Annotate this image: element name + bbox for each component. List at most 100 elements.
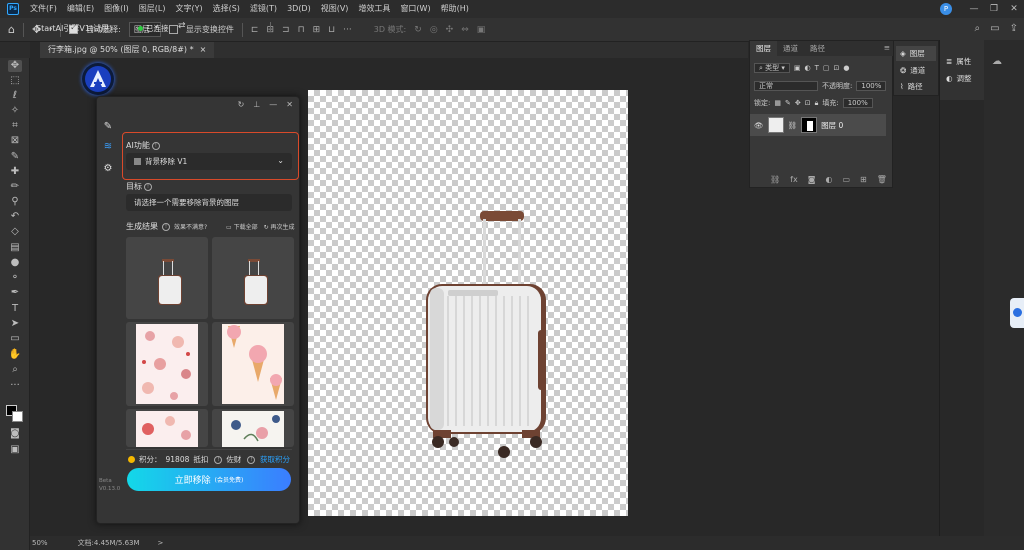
menu-plugins[interactable]: 增效工具 xyxy=(353,0,395,18)
workspace-icon[interactable]: ▭ xyxy=(990,23,999,34)
info-icon[interactable]: ! xyxy=(214,455,223,464)
document-tab[interactable]: 行李箱.jpg @ 50% (图层 0, RGB/8#) * × xyxy=(40,42,215,58)
align-top-icon[interactable]: ⊓ xyxy=(298,25,305,35)
plugin-link-icon[interactable]: ⇄ xyxy=(178,21,192,32)
zoom-level[interactable]: 50% xyxy=(32,539,48,547)
quick-mask-icon[interactable]: ◙ xyxy=(8,428,22,440)
filter-adjust-icon[interactable]: ◐ xyxy=(805,64,811,72)
document-canvas[interactable] xyxy=(308,90,628,516)
menu-layer[interactable]: 图层(L) xyxy=(134,0,171,18)
crop-tool-icon[interactable]: ⌗ xyxy=(8,120,22,132)
align-left-icon[interactable]: ⊏ xyxy=(251,25,259,35)
layers-icon[interactable]: ≋ xyxy=(102,141,114,153)
fx-icon[interactable]: fx xyxy=(790,175,798,184)
target-layer-field[interactable]: 请选择一个需要移除背景的图层 xyxy=(126,194,292,211)
magic-wand-tool-icon[interactable]: ✧ xyxy=(8,105,22,117)
result-thumbnail-2[interactable] xyxy=(212,237,294,319)
close-tab-icon[interactable]: × xyxy=(200,42,207,58)
lasso-tool-icon[interactable]: ℓ xyxy=(8,90,22,102)
menu-3d[interactable]: 3D(D) xyxy=(282,0,316,18)
new-group-icon[interactable]: ▭ xyxy=(842,175,850,184)
zoom-tool-icon[interactable]: ⌕ xyxy=(8,364,22,376)
marquee-tool-icon[interactable]: ⬚ xyxy=(8,75,22,87)
menu-select[interactable]: 选择(S) xyxy=(208,0,245,18)
blur-tool-icon[interactable]: ● xyxy=(8,257,22,269)
menu-help[interactable]: 帮助(H) xyxy=(436,0,474,18)
eyedropper-tool-icon[interactable]: ✎ xyxy=(8,151,22,163)
pin-icon[interactable]: ⊥ xyxy=(253,100,260,111)
info-icon[interactable]: ! xyxy=(151,141,160,150)
menu-file[interactable]: 文件(F) xyxy=(25,0,62,18)
more-tools-icon[interactable]: ··· xyxy=(8,380,22,392)
floating-ps-widget[interactable] xyxy=(1010,298,1024,328)
filter-smart-icon[interactable]: ⊡ xyxy=(834,64,840,72)
filter-pixel-icon[interactable]: ▣ xyxy=(794,64,801,72)
close-button[interactable]: ✕ xyxy=(1004,0,1024,18)
lock-pixels-icon[interactable]: ✎ xyxy=(785,99,791,107)
settings-gear-icon[interactable]: ⚙ xyxy=(102,163,114,175)
refresh-icon[interactable]: ↻ xyxy=(238,100,245,111)
lock-artboard-icon[interactable]: ⊡ xyxy=(805,99,811,107)
filter-type-icon[interactable]: T xyxy=(815,64,819,72)
align-middle-icon[interactable]: ⊞ xyxy=(313,25,321,35)
result-thumbnail-3[interactable] xyxy=(126,322,208,406)
download-all-button[interactable]: ▭ 下载全部 xyxy=(226,222,258,231)
gradient-tool-icon[interactable]: ▤ xyxy=(8,242,22,254)
new-layer-icon[interactable]: ⊞ xyxy=(860,175,867,184)
screen-mode-icon[interactable]: ▣ xyxy=(8,444,22,456)
clone-stamp-tool-icon[interactable]: ⚲ xyxy=(8,196,22,208)
hand-tool-icon[interactable]: ✋ xyxy=(8,349,22,361)
align-right-icon[interactable]: ⊐ xyxy=(282,25,290,35)
minimize-button[interactable]: — xyxy=(964,0,984,18)
result-thumbnail-6[interactable] xyxy=(212,409,294,447)
filter-toggle-icon[interactable]: ● xyxy=(843,64,849,72)
startai-logo[interactable] xyxy=(82,63,114,95)
close-icon[interactable]: ✕ xyxy=(286,100,293,111)
menu-view[interactable]: 视图(V) xyxy=(316,0,354,18)
result-thumbnail-5[interactable] xyxy=(126,409,208,447)
align-bottom-icon[interactable]: ⊔ xyxy=(328,25,335,35)
3d-pan-icon[interactable]: ✣ xyxy=(446,25,454,35)
blend-mode-select[interactable]: 正常 xyxy=(754,81,818,91)
tab-channels[interactable]: 通道 xyxy=(777,41,804,56)
3d-camera-icon[interactable]: ▣ xyxy=(477,25,486,35)
show-transform-checkbox[interactable] xyxy=(168,25,178,34)
maximize-button[interactable]: ❐ xyxy=(984,0,1004,18)
add-mask-icon[interactable]: ◙ xyxy=(808,175,816,184)
menu-filter[interactable]: 滤镜(T) xyxy=(245,0,282,18)
info-icon[interactable]: ! xyxy=(144,182,152,191)
menu-edit[interactable]: 编辑(E) xyxy=(62,0,99,18)
opacity-field[interactable]: 100% xyxy=(856,81,887,91)
ai-function-dropdown[interactable]: 背景移除 V1 ⌄ xyxy=(126,153,292,170)
link-layers-icon[interactable]: ⛓︎ xyxy=(770,175,780,184)
user-account-icon[interactable]: P xyxy=(940,3,952,15)
pen-tool-icon[interactable]: ✒ xyxy=(8,287,22,299)
toolbar-handle[interactable] xyxy=(0,42,30,58)
link-icon[interactable]: ⛓︎ xyxy=(788,121,798,130)
layer-kind-filter[interactable]: ⌕ 类型 ▾ xyxy=(754,63,790,73)
menu-image[interactable]: 图像(I) xyxy=(99,0,134,18)
filter-shape-icon[interactable]: ▢ xyxy=(823,64,830,72)
dock-channels[interactable]: ❂ 通道 xyxy=(896,63,936,78)
3d-slide-icon[interactable]: ⇔ xyxy=(461,25,469,35)
delete-layer-icon[interactable]: 🗑︎ xyxy=(877,175,887,184)
remove-now-button[interactable]: 立即移除 (会员免费) xyxy=(127,468,291,491)
more-icon[interactable]: ··· xyxy=(343,25,352,35)
dodge-tool-icon[interactable]: ⚬ xyxy=(8,272,22,284)
result-thumbnail-1[interactable] xyxy=(126,237,208,319)
dock-paths[interactable]: ⌇ 路径 xyxy=(896,79,936,94)
adjustment-layer-icon[interactable]: ◐ xyxy=(825,175,832,184)
eraser-tool-icon[interactable]: ◇ xyxy=(8,226,22,238)
frame-tool-icon[interactable]: ⊠ xyxy=(8,135,22,147)
minimize-icon[interactable]: — xyxy=(269,100,277,111)
tab-layers[interactable]: 图层 xyxy=(750,41,777,56)
dock-properties[interactable]: ≣ 属性 xyxy=(942,54,982,69)
brush-tool-icon[interactable]: ✏ xyxy=(8,181,22,193)
background-color-swatch[interactable] xyxy=(12,411,23,422)
get-points-link[interactable]: 获取积分 xyxy=(260,454,290,465)
status-menu-arrow[interactable]: > xyxy=(158,539,164,547)
edit-icon[interactable]: ✎ xyxy=(102,121,114,133)
menu-window[interactable]: 窗口(W) xyxy=(395,0,435,18)
menu-type[interactable]: 文字(Y) xyxy=(170,0,207,18)
share-icon[interactable]: ⇪ xyxy=(1010,23,1018,34)
